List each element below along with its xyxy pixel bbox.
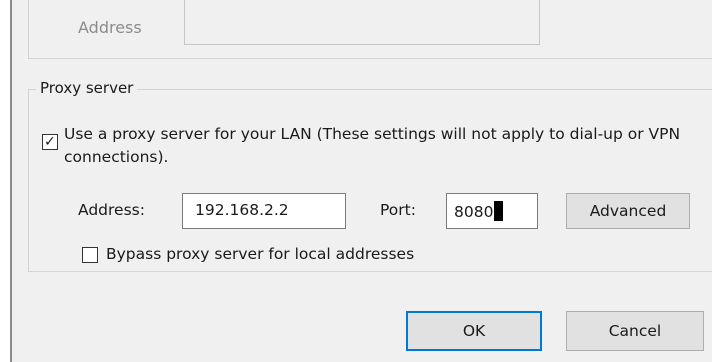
cancel-button[interactable]: Cancel xyxy=(566,311,704,351)
proxy-address-input[interactable]: 192.168.2.2 xyxy=(182,193,346,229)
use-proxy-label[interactable]: Use a proxy server for your LAN (These s… xyxy=(64,123,684,169)
bypass-local-label[interactable]: Bypass proxy server for local addresses xyxy=(106,245,414,263)
proxy-port-input[interactable]: 8080 xyxy=(446,193,538,229)
bypass-local-checkbox[interactable] xyxy=(82,247,98,263)
lan-settings-dialog: Address Proxy server ✓ Use a proxy serve… xyxy=(12,0,712,362)
advanced-button[interactable]: Advanced xyxy=(566,193,690,229)
auto-config-address-input[interactable] xyxy=(184,0,540,45)
auto-config-address-label: Address xyxy=(78,18,142,37)
checkmark-icon: ✓ xyxy=(44,134,56,150)
proxy-port-value: 8080 xyxy=(454,203,494,221)
text-cursor xyxy=(494,201,504,221)
proxy-port-label: Port: xyxy=(380,201,416,219)
proxy-address-value: 192.168.2.2 xyxy=(195,201,289,219)
window-left-edge xyxy=(0,0,12,362)
use-proxy-checkbox[interactable]: ✓ xyxy=(42,134,58,150)
proxy-address-label: Address: xyxy=(78,201,145,219)
proxy-server-group-title: Proxy server xyxy=(36,79,138,97)
ok-button[interactable]: OK xyxy=(406,311,542,351)
